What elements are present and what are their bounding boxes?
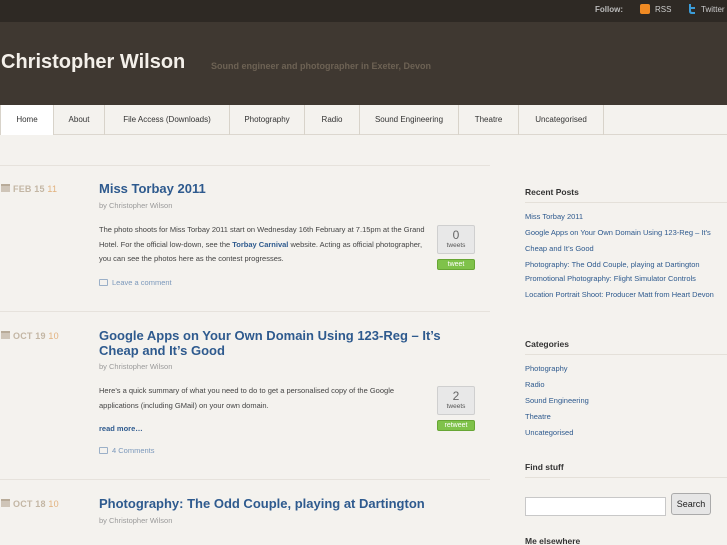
- search-button[interactable]: Search: [671, 493, 711, 515]
- category-link[interactable]: Radio: [525, 377, 725, 393]
- post-date-year: 10: [48, 499, 59, 509]
- comments-link[interactable]: 4 Comments: [112, 446, 155, 455]
- post-separator: [0, 479, 490, 480]
- main-nav: Home About File Access (Downloads) Photo…: [0, 105, 727, 135]
- comment-icon: [99, 279, 108, 286]
- nav-about[interactable]: About: [54, 105, 105, 135]
- post-date-year: 11: [47, 184, 58, 194]
- nav-photography[interactable]: Photography: [230, 105, 305, 135]
- recent-post-link[interactable]: Miss Torbay 2011: [525, 209, 725, 225]
- tweet-count-label: tweets: [446, 403, 466, 410]
- me-elsewhere-heading: Me elsewhere: [525, 536, 581, 545]
- tweet-button[interactable]: tweet: [437, 259, 475, 270]
- comments-link[interactable]: Leave a comment: [112, 278, 172, 287]
- post-date-day: OCT 18: [13, 499, 46, 509]
- post-separator: [0, 311, 490, 312]
- post-date: FEB 15 11: [13, 184, 57, 194]
- recent-post-link[interactable]: Location Portrait Shoot: Producer Matt f…: [525, 287, 725, 303]
- torbay-carnival-link[interactable]: Torbay Carnival: [232, 240, 288, 249]
- post-title[interactable]: Google Apps on Your Own Domain Using 123…: [99, 328, 469, 358]
- twitter-icon[interactable]: [686, 3, 698, 15]
- nav-theatre[interactable]: Theatre: [459, 105, 519, 135]
- post-byline[interactable]: by Christopher Wilson: [99, 201, 172, 210]
- post-excerpt: Here’s a quick summary of what you need …: [99, 386, 395, 410]
- tweet-counter[interactable]: 0 tweets: [437, 225, 475, 254]
- nav-sound-engineering[interactable]: Sound Engineering: [360, 105, 459, 135]
- tweet-count: 0: [452, 228, 460, 242]
- sidebar-divider: [525, 477, 727, 478]
- site-tagline: Sound engineer and photographer in Exete…: [211, 61, 432, 71]
- category-link[interactable]: Photography: [525, 361, 725, 377]
- post-date-day: OCT 19: [13, 331, 46, 341]
- rss-link[interactable]: RSS: [655, 5, 671, 14]
- categories-heading: Categories: [525, 339, 569, 349]
- calendar-icon: [1, 184, 10, 192]
- post-date-day: FEB 15: [13, 184, 45, 194]
- nav-radio[interactable]: Radio: [305, 105, 360, 135]
- calendar-icon: [1, 499, 10, 507]
- tweet-counter[interactable]: 2 tweets: [437, 386, 475, 415]
- nav-file-access[interactable]: File Access (Downloads): [105, 105, 230, 135]
- rss-icon[interactable]: [640, 4, 650, 14]
- post-date: OCT 18 10: [13, 499, 59, 509]
- category-link[interactable]: Theatre: [525, 409, 725, 425]
- site-header: Christopher Wilson Sound engineer and ph…: [0, 22, 727, 105]
- retweet-button[interactable]: retweet: [437, 420, 475, 431]
- post-title[interactable]: Photography: The Odd Couple, playing at …: [99, 496, 469, 511]
- tweet-count-label: tweets: [446, 242, 466, 249]
- site-title[interactable]: Christopher Wilson: [1, 51, 185, 74]
- post-separator: [0, 165, 490, 166]
- post-title[interactable]: Miss Torbay 2011: [99, 181, 469, 196]
- top-bar: Follow: RSS Twitter: [0, 0, 727, 22]
- post-byline[interactable]: by Christopher Wilson: [99, 362, 172, 371]
- post-date: OCT 19 10: [13, 331, 59, 341]
- nav-home[interactable]: Home: [0, 105, 54, 135]
- post-excerpt: The photo shoots for Miss Torbay 2011 st…: [99, 223, 429, 267]
- calendar-icon: [1, 331, 10, 339]
- search-input[interactable]: [525, 497, 666, 516]
- nav-uncategorised[interactable]: Uncategorised: [519, 105, 604, 135]
- recent-posts-heading: Recent Posts: [525, 187, 579, 197]
- category-link[interactable]: Sound Engineering: [525, 393, 725, 409]
- recent-post-link[interactable]: Google Apps on Your Own Domain Using 123…: [525, 225, 725, 257]
- read-more-link[interactable]: read more…: [99, 424, 143, 433]
- post-byline[interactable]: by Christopher Wilson: [99, 516, 172, 525]
- twitter-link[interactable]: Twitter: [701, 5, 725, 14]
- sidebar-divider: [525, 202, 727, 203]
- find-stuff-heading: Find stuff: [525, 462, 564, 472]
- sidebar-divider: [525, 354, 727, 355]
- post-date-year: 10: [48, 331, 59, 341]
- follow-label: Follow:: [595, 5, 623, 14]
- recent-post-link[interactable]: Promotional Photography: Flight Simulato…: [525, 271, 725, 287]
- tweet-count: 2: [452, 389, 460, 403]
- comment-icon: [99, 447, 108, 454]
- category-link[interactable]: Uncategorised: [525, 425, 725, 441]
